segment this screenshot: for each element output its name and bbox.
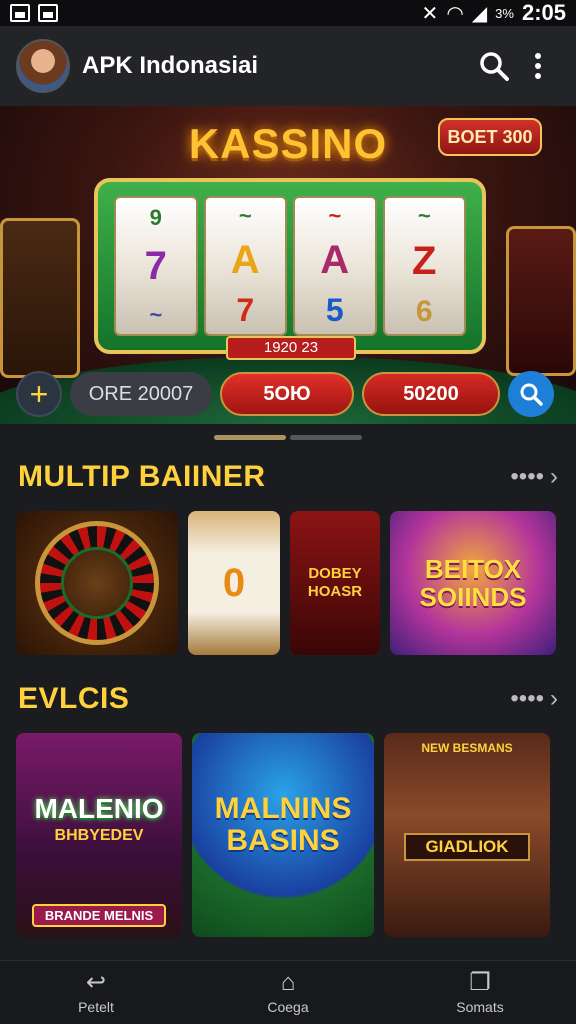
reel-4: ~ Z 6 <box>382 196 466 336</box>
screenshot-icon <box>10 4 30 22</box>
game-card-roulette[interactable] <box>16 511 178 655</box>
reel-symbol: A <box>230 237 260 282</box>
roulette-wheel-icon <box>35 521 159 645</box>
slot-machine[interactable]: 9 7 ~ ~ A 7 ~ A 5 ~ Z 6 <box>94 178 486 354</box>
code-field[interactable]: ORE 20007 <box>70 372 212 416</box>
carousel-dot-active[interactable] <box>214 435 286 440</box>
add-button[interactable]: + <box>16 371 62 417</box>
nav-recent-label: Somats <box>456 998 504 1015</box>
event-card-malenio[interactable]: MALENIO BHBYEDEV BRANDE MELNIS <box>16 733 182 937</box>
chevron-right-icon: › <box>550 685 558 712</box>
reel-symbol: 7 <box>144 243 167 288</box>
event-card-label: NEW BESMANS <box>421 741 513 755</box>
game-row-1: 0 DOBEY HOASR BEITOX SOIINDS <box>16 511 556 655</box>
event-card-title: GIADLIOK <box>404 833 530 861</box>
game-card-bonus[interactable]: BEITOX SOIINDS <box>390 511 556 655</box>
event-card-title: MALENIO <box>34 793 164 824</box>
bet-button-left[interactable]: 5ОЮ <box>220 372 354 416</box>
status-left <box>10 4 58 22</box>
event-card-title: MALNINS BASINS <box>214 792 352 857</box>
mute-icon: ✕ <box>421 2 439 25</box>
reel-symbol: Z <box>412 239 437 284</box>
reel-symbol: 5 <box>325 292 344 329</box>
more-dots: •••• <box>510 685 544 712</box>
nav-back-label: Petelt <box>78 998 114 1015</box>
reel-1: 9 7 ~ <box>114 196 198 336</box>
slot-machine-left-image <box>0 218 80 378</box>
search-icon <box>480 52 509 81</box>
reel-symbol: ~ <box>149 301 163 327</box>
gallery-icon <box>38 4 58 22</box>
slot-counter: 1920 23 <box>226 336 356 360</box>
carousel-dot[interactable] <box>290 435 362 440</box>
search-icon <box>520 383 543 406</box>
game-card-dealer[interactable]: DOBEY HOASR <box>290 511 380 655</box>
reel-symbol: ~ <box>328 202 342 228</box>
reel-2: ~ A 7 <box>203 196 287 336</box>
bet-badge[interactable]: BOET 300 <box>438 118 542 156</box>
see-more-button[interactable]: •••• › <box>510 685 558 713</box>
section-title: EVLCIS <box>18 682 130 715</box>
kebab-menu-icon <box>535 53 541 79</box>
reel-3: ~ A 5 <box>293 196 377 336</box>
reel-symbol: 7 <box>236 292 255 329</box>
slot-machine-right-image <box>506 226 576 376</box>
chevron-right-icon: › <box>550 463 558 490</box>
game-row-2: MALENIO BHBYEDEV BRANDE MELNIS MALNINS B… <box>16 733 550 937</box>
section-header-multip: MULTIP BAIINER •••• › <box>18 460 558 494</box>
event-card-giadliok[interactable]: NEW BESMANS GIADLIOK <box>384 733 550 937</box>
banner-controls: + ORE 20007 5ОЮ 50200 <box>0 368 576 420</box>
search-button[interactable] <box>472 44 516 88</box>
game-card-slot[interactable]: 0 <box>188 511 280 655</box>
back-icon: ↩ <box>85 968 107 996</box>
bonus-line2: SOIINDS <box>419 582 527 612</box>
reel-symbol: A <box>320 237 350 282</box>
section-header-evlcis: EVLCIS •••• › <box>18 682 558 716</box>
dealer-card-text: DOBEY HOASR <box>307 565 363 600</box>
bet-button-right[interactable]: 50200 <box>362 372 500 416</box>
status-bar: ✕ ◠ ◢ 3% 2:05 <box>0 0 576 26</box>
wifi-icon: ◠ <box>446 2 464 25</box>
bonus-line1: BEITOX <box>424 554 522 584</box>
nav-home[interactable]: ⌂ Coega <box>228 968 348 1015</box>
banner-search-button[interactable] <box>508 371 554 417</box>
reel-symbol: 9 <box>149 204 162 230</box>
clock: 2:05 <box>521 0 566 25</box>
recent-apps-icon: ❐ <box>469 968 491 996</box>
event-card-malnins[interactable]: MALNINS BASINS <box>192 733 374 937</box>
more-dots: •••• <box>510 463 544 490</box>
reel-symbol: ~ <box>238 202 252 228</box>
reel-symbol: ~ <box>417 203 431 229</box>
see-more-button[interactable]: •••• › <box>510 463 558 491</box>
app-title: APK Indonasiai <box>82 52 259 79</box>
nav-recent[interactable]: ❐ Somats <box>420 968 540 1015</box>
bottom-nav: ↩ Petelt ⌂ Coega ❐ Somats <box>0 960 576 1024</box>
app-bar: APK Indonasiai <box>0 26 576 106</box>
event-card-tag: BRANDE MELNIS <box>32 904 166 927</box>
nav-home-label: Coega <box>267 998 309 1015</box>
signal-icon: ◢ <box>471 2 488 25</box>
event-card-subtitle: BHBYEDEV <box>54 827 144 844</box>
overflow-menu-button[interactable] <box>516 44 560 88</box>
plus-icon: + <box>29 375 49 412</box>
carousel-indicator <box>214 435 362 440</box>
home-icon: ⌂ <box>280 968 296 996</box>
slot-symbol: 0 <box>222 560 246 605</box>
status-right: ✕ ◠ ◢ 3% 2:05 <box>422 0 566 26</box>
avatar[interactable] <box>16 39 70 93</box>
nav-back[interactable]: ↩ Petelt <box>36 968 156 1015</box>
section-title: MULTIP BAIINER <box>18 460 266 493</box>
reel-symbol: 6 <box>415 294 433 328</box>
battery-text: 3% <box>495 5 514 21</box>
